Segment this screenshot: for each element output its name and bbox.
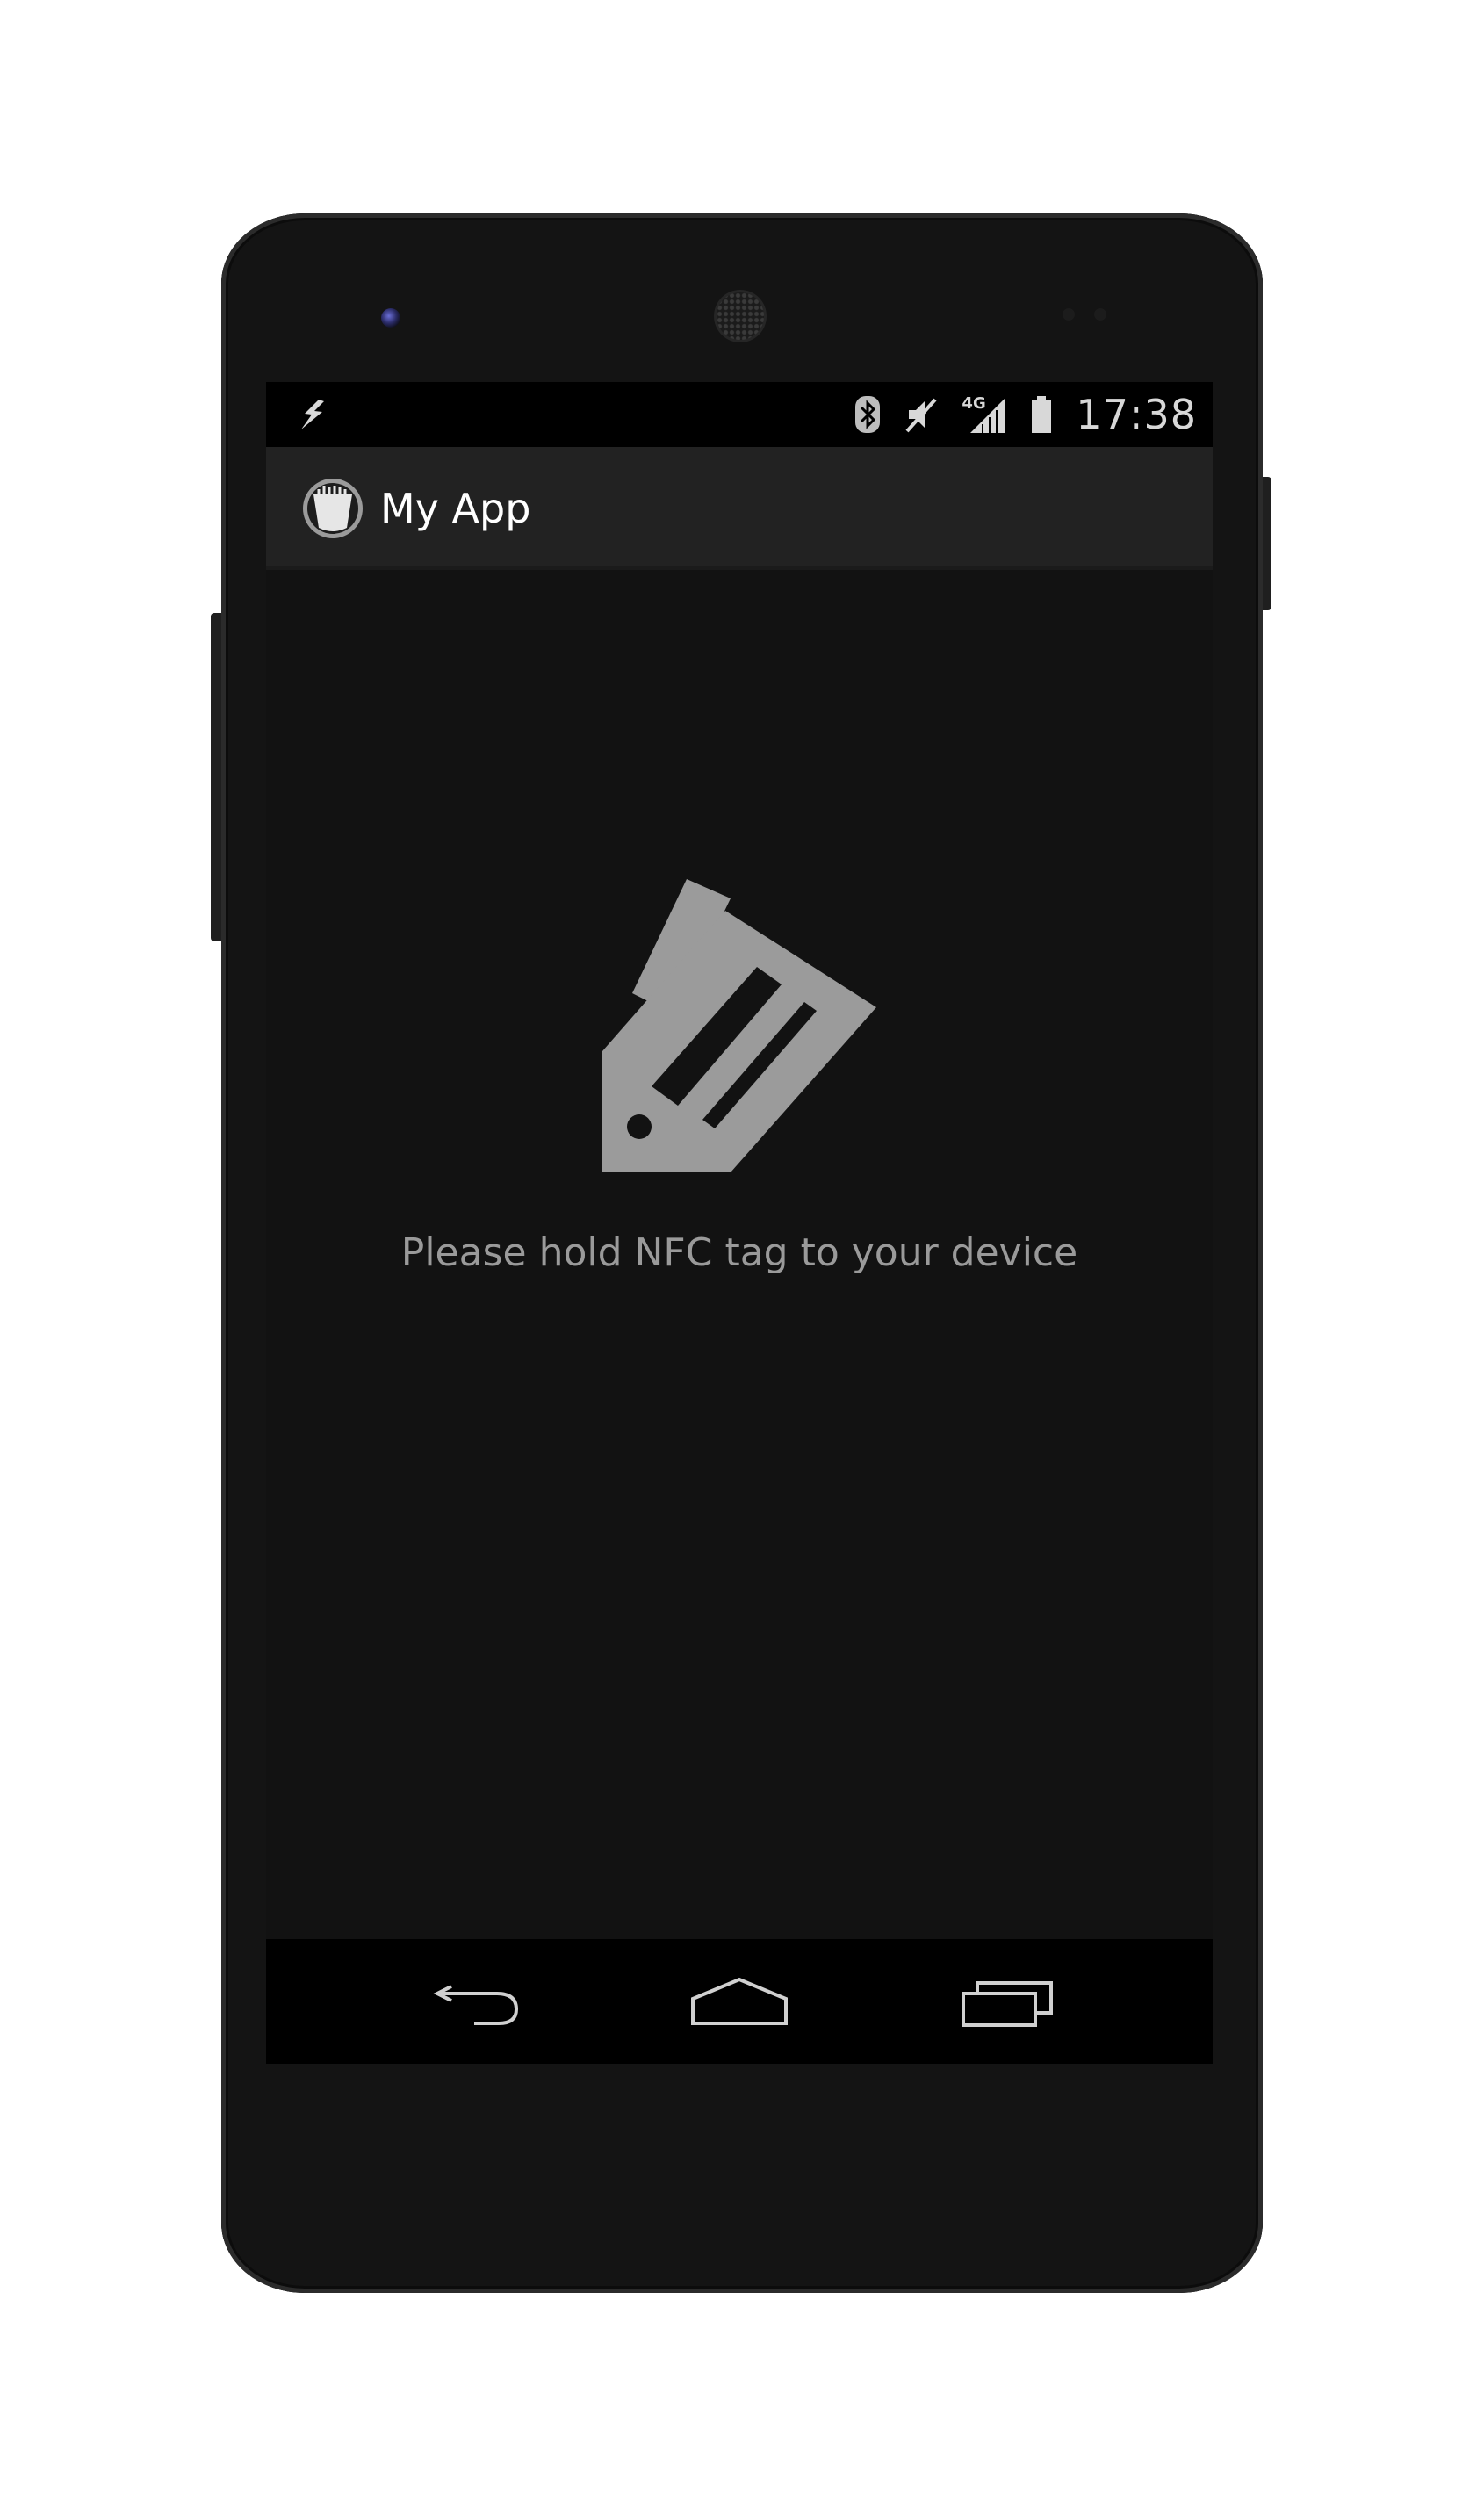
- status-time: 17:38: [1076, 391, 1197, 438]
- nfc-instruction-text: Please hold NFC tag to your device: [400, 1230, 1078, 1275]
- proximity-sensor: [1063, 308, 1075, 321]
- light-sensor: [1094, 308, 1106, 321]
- page: 4G 17:38 My App Please hold NFC tag to y…: [0, 0, 1484, 2509]
- bluetooth-icon: [855, 396, 881, 433]
- status-bar: 4G 17:38: [266, 382, 1213, 447]
- flash-icon: [301, 400, 324, 429]
- navigation-bar: [266, 1939, 1213, 2064]
- signal-icon: [970, 398, 1006, 433]
- app-title: My App: [380, 485, 531, 532]
- mute-icon: [905, 398, 937, 433]
- home-icon[interactable]: [691, 1974, 788, 2029]
- front-camera: [381, 308, 400, 328]
- signal-indicator: 4G: [962, 394, 1007, 435]
- battery-icon: [1032, 396, 1052, 433]
- recents-icon[interactable]: [960, 1974, 1056, 2029]
- status-icons: 4G 17:38: [854, 382, 1197, 447]
- main-content: Please hold NFC tag to your device: [266, 570, 1213, 1940]
- nfc-tag-icon: [602, 879, 876, 1172]
- earpiece-speaker: [717, 292, 764, 340]
- back-icon[interactable]: [429, 1974, 525, 2029]
- app-logo-icon[interactable]: [301, 477, 364, 540]
- action-bar: My App: [266, 447, 1213, 570]
- screen: 4G 17:38 My App Please hold NFC tag to y…: [266, 382, 1213, 2064]
